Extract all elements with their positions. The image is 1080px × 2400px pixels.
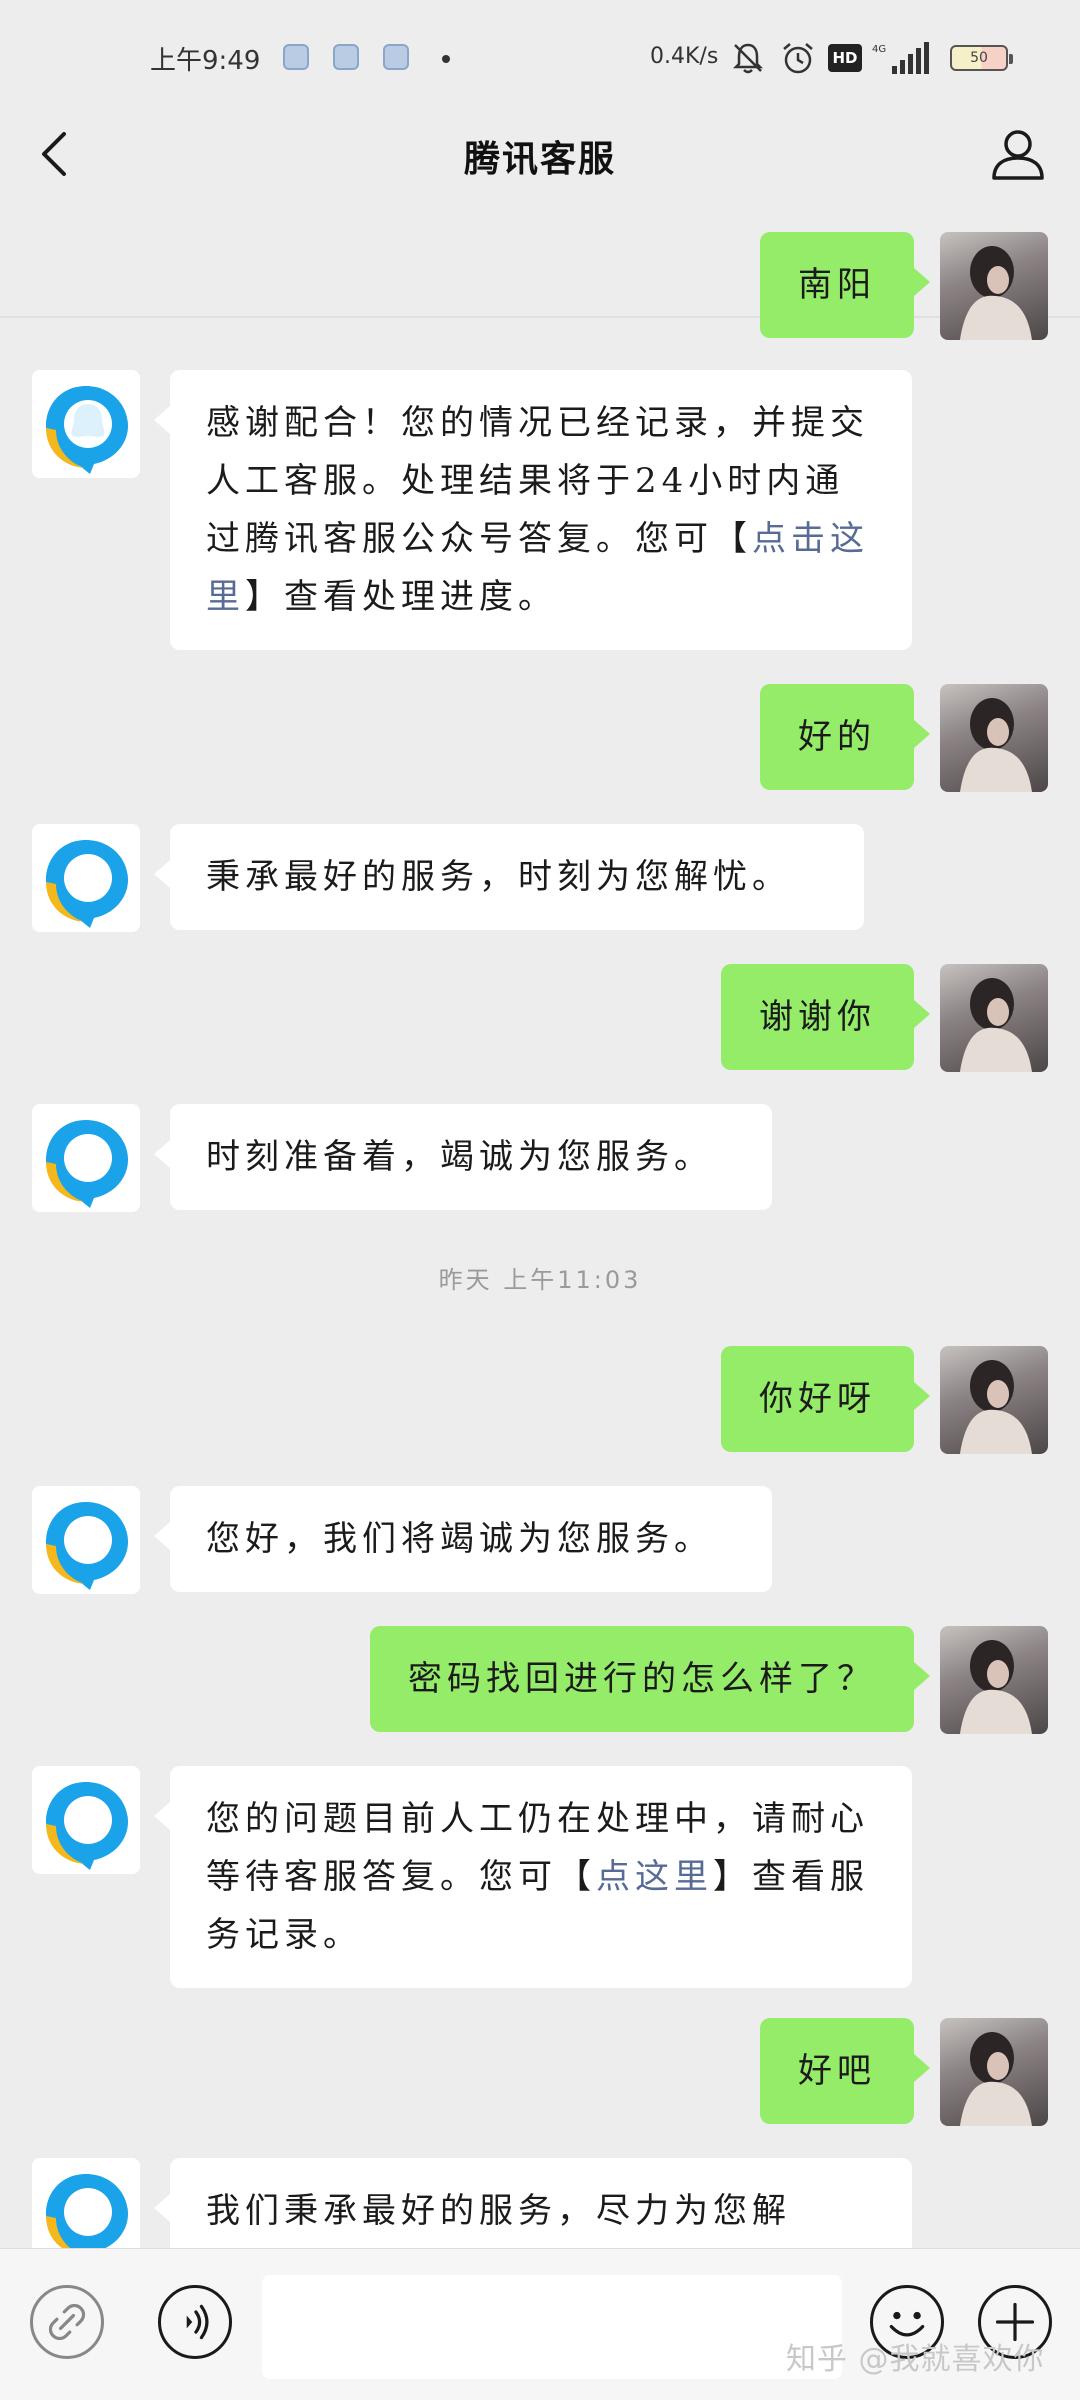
- message-text: 秉承最好的服务，时刻为您解忧。: [206, 857, 791, 897]
- user-portrait-icon: [960, 698, 1032, 792]
- message-text: 南阳: [798, 265, 876, 305]
- bot-avatar[interactable]: [32, 824, 140, 932]
- more-notifications-dot-icon: [442, 55, 450, 63]
- svg-text:4G: 4G: [872, 44, 886, 55]
- message-text: 我们秉承最好的服务，尽力为您解: [206, 2191, 791, 2231]
- message-list[interactable]: 南阳 感谢配合！您的情况已经记录，并提交人工客服。处理结果将于24小时内通过腾讯…: [0, 218, 1080, 2248]
- bot-avatar[interactable]: [32, 1486, 140, 1594]
- bot-message-bubble[interactable]: 秉承最好的服务，时刻为您解忧。: [154, 824, 864, 930]
- mute-bell-icon: [732, 43, 764, 74]
- service-record-link[interactable]: 点这里: [596, 1857, 713, 1897]
- message-timestamp: 昨天 上午11:03: [438, 1266, 642, 1294]
- tencent-cs-logo-icon: [32, 824, 140, 932]
- tencent-cs-logo-icon: [32, 1104, 140, 1212]
- bot-message-bubble[interactable]: 您好，我们将竭诚为您服务。: [154, 1486, 772, 1592]
- page-title: 腾讯客服: [463, 139, 616, 180]
- bot-avatar[interactable]: [32, 1766, 140, 1874]
- chat-header: 腾讯客服: [0, 100, 1080, 318]
- bot-message-bubble[interactable]: 您的问题目前人工仍在处理中，请耐心等待客服答复。您可【点这里】查看服务记录。: [154, 1766, 912, 1988]
- bot-message-bubble[interactable]: 时刻准备着，竭诚为您服务。: [154, 1104, 772, 1210]
- hd-voice-icon: HD: [828, 44, 862, 72]
- bot-message-bubble[interactable]: 感谢配合！您的情况已经记录，并提交人工客服。处理结果将于24小时内通过腾讯客服公…: [154, 370, 912, 650]
- user-avatar[interactable]: [940, 1626, 1048, 1734]
- bot-message-bubble[interactable]: 我们秉承最好的服务，尽力为您解: [154, 2158, 912, 2248]
- user-message-bubble[interactable]: 好吧: [760, 2018, 930, 2124]
- status-bar: 上午9:49 0.4K/s HD 4G 50: [0, 0, 1080, 100]
- user-avatar[interactable]: [940, 232, 1048, 340]
- signal-icon: 4G: [872, 42, 929, 74]
- message-text: 时刻准备着，竭诚为您服务。: [206, 1137, 713, 1177]
- link-icon[interactable]: [30, 2285, 104, 2359]
- user-message-bubble[interactable]: 南阳: [760, 232, 930, 338]
- user-portrait-icon: [960, 246, 1032, 340]
- voice-icon[interactable]: [158, 2285, 232, 2359]
- message-text: 好的: [798, 717, 876, 757]
- battery-icon: 50: [950, 45, 1013, 71]
- user-message-bubble[interactable]: 谢谢你: [721, 964, 930, 1070]
- message-text: 您好，我们将竭诚为您服务。: [206, 1519, 713, 1559]
- watermark: 知乎 @我就喜欢你: [786, 2342, 1045, 2377]
- person-icon[interactable]: [986, 122, 1050, 186]
- bot-avatar[interactable]: [32, 2158, 140, 2248]
- message-text: 好吧: [798, 2051, 876, 2091]
- user-avatar[interactable]: [940, 2018, 1048, 2126]
- message-text: 】查看处理进度。: [245, 577, 557, 617]
- status-time: 上午9:49: [150, 46, 261, 76]
- alarm-icon: [783, 43, 813, 74]
- tencent-cs-logo-icon: [32, 370, 140, 478]
- user-portrait-icon: [960, 1360, 1032, 1454]
- message-text: 密码找回进行的怎么样了？: [408, 1659, 876, 1699]
- tencent-cs-logo-icon: [32, 2158, 140, 2248]
- user-message-bubble[interactable]: 好的: [760, 684, 930, 790]
- bot-avatar[interactable]: [32, 370, 140, 478]
- message-text: 谢谢你: [759, 997, 876, 1037]
- user-portrait-icon: [960, 978, 1032, 1072]
- user-message-bubble[interactable]: 你好呀: [721, 1346, 930, 1452]
- user-portrait-icon: [960, 1640, 1032, 1734]
- user-avatar[interactable]: [940, 964, 1048, 1072]
- notification-settings-icon: [333, 44, 359, 70]
- user-portrait-icon: [960, 2032, 1032, 2126]
- notification-app-icon: [283, 44, 309, 70]
- user-avatar[interactable]: [940, 1346, 1048, 1454]
- user-avatar[interactable]: [940, 684, 1048, 792]
- user-message-bubble[interactable]: 密码找回进行的怎么样了？: [370, 1626, 930, 1732]
- tencent-cs-logo-icon: [32, 1486, 140, 1594]
- notification-gallery-icon: [383, 44, 409, 70]
- tencent-cs-logo-icon: [32, 1766, 140, 1874]
- message-input[interactable]: [262, 2275, 842, 2379]
- message-text: 你好呀: [759, 1379, 876, 1419]
- network-speed: 0.4K/s: [650, 44, 719, 69]
- bot-avatar[interactable]: [32, 1104, 140, 1212]
